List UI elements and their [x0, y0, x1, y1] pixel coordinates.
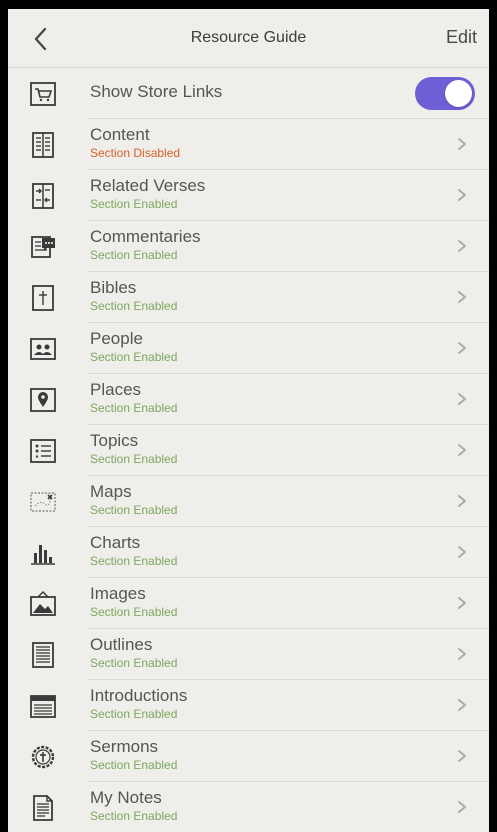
section-row-outlines[interactable]: Outlines Section Enabled [8, 629, 489, 680]
chevron-right-icon [458, 444, 466, 456]
store-links-row: Show Store Links [8, 68, 489, 119]
section-row-content[interactable]: Content Section Disabled [8, 119, 489, 170]
section-list: Show Store Links Content Section Disabled… [8, 68, 489, 832]
section-status: Section Enabled [90, 707, 178, 721]
section-row-charts[interactable]: Charts Section Enabled [8, 527, 489, 578]
edit-button[interactable]: Edit [446, 27, 477, 48]
section-text: Content Section Disabled [90, 125, 180, 161]
outlines-icon [28, 640, 58, 670]
section-label: Maps [90, 482, 132, 501]
page-title: Resource Guide [190, 29, 307, 46]
section-label: Charts [90, 533, 141, 552]
toggle-knob [445, 80, 472, 107]
section-label: Places [90, 380, 142, 399]
chevron-right-icon [458, 597, 466, 609]
section-row-maps[interactable]: Maps Section Enabled [8, 476, 489, 527]
sermons-icon [28, 742, 58, 772]
section-status: Section Enabled [90, 758, 178, 772]
cart-icon [28, 79, 58, 109]
section-text: Related Verses Section Enabled [90, 176, 205, 212]
chevron-right-icon [458, 291, 466, 303]
section-row-places[interactable]: Places Section Enabled [8, 374, 489, 425]
section-text: Introductions Section Enabled [90, 686, 187, 722]
section-status: Section Enabled [90, 503, 178, 517]
section-row-related-verses[interactable]: Related Verses Section Enabled [8, 170, 489, 221]
section-status: Section Enabled [90, 554, 178, 568]
section-status: Section Enabled [90, 248, 178, 262]
people-icon [28, 334, 58, 364]
chevron-right-icon [458, 648, 466, 660]
chevron-right-icon [458, 138, 466, 150]
chevron-right-icon [458, 342, 466, 354]
section-row-my-notes[interactable]: My Notes Section Enabled [8, 782, 489, 832]
commentaries-icon [28, 232, 58, 262]
section-text: People Section Enabled [90, 329, 177, 365]
store-links-label: Show Store Links [90, 82, 223, 101]
section-status: Section Enabled [90, 197, 178, 211]
topics-icon [28, 436, 58, 466]
resource-guide-screen: Resource Guide Edit Show Store Links Con… [8, 9, 489, 832]
section-status: Section Disabled [90, 146, 181, 160]
section-status: Section Enabled [90, 350, 178, 364]
section-text: Bibles Section Enabled [90, 278, 177, 314]
section-text: Commentaries Section Enabled [90, 227, 201, 263]
section-status: Section Enabled [90, 401, 178, 415]
section-text: Places Section Enabled [90, 380, 177, 416]
charts-icon [28, 538, 58, 568]
section-label: Images [90, 584, 146, 603]
places-icon [28, 385, 58, 415]
chevron-right-icon [458, 393, 466, 405]
section-text: Outlines Section Enabled [90, 635, 177, 671]
introductions-icon [28, 691, 58, 721]
section-label: Bibles [90, 278, 137, 297]
section-label: Topics [90, 431, 139, 450]
section-label: Related Verses [90, 176, 206, 195]
section-row-bibles[interactable]: Bibles Section Enabled [8, 272, 489, 323]
section-status: Section Enabled [90, 452, 178, 466]
chevron-right-icon [458, 495, 466, 507]
navigation-bar: Resource Guide Edit [8, 9, 489, 68]
images-icon [28, 589, 58, 619]
chevron-right-icon [458, 750, 466, 762]
section-label: My Notes [90, 788, 162, 807]
section-status: Section Enabled [90, 299, 178, 313]
section-label: People [90, 329, 143, 348]
section-row-topics[interactable]: Topics Section Enabled [8, 425, 489, 476]
chevron-right-icon [458, 801, 466, 813]
bible-icon [28, 283, 58, 313]
content-icon [28, 130, 58, 160]
section-status: Section Enabled [90, 809, 178, 823]
section-status: Section Enabled [90, 605, 178, 619]
section-row-images[interactable]: Images Section Enabled [8, 578, 489, 629]
section-row-sermons[interactable]: Sermons Section Enabled [8, 731, 489, 782]
section-label: Outlines [90, 635, 153, 654]
section-text: Topics Section Enabled [90, 431, 177, 467]
section-label: Content [90, 125, 150, 144]
section-label: Sermons [90, 737, 159, 756]
section-row-people[interactable]: People Section Enabled [8, 323, 489, 374]
section-text: Charts Section Enabled [90, 533, 177, 569]
maps-icon [28, 487, 58, 517]
section-row-introductions[interactable]: Introductions Section Enabled [8, 680, 489, 731]
section-text: Maps Section Enabled [90, 482, 177, 518]
chevron-right-icon [458, 699, 466, 711]
chevron-right-icon [458, 240, 466, 252]
section-label: Commentaries [90, 227, 201, 246]
chevron-right-icon [458, 546, 466, 558]
section-status: Section Enabled [90, 656, 178, 670]
back-chevron-icon[interactable] [28, 23, 56, 55]
section-text: Images Section Enabled [90, 584, 177, 620]
section-text: My Notes Section Enabled [90, 788, 177, 824]
notes-icon [28, 793, 58, 823]
section-text: Sermons Section Enabled [90, 737, 177, 773]
section-label: Introductions [90, 686, 188, 705]
section-row-commentaries[interactable]: Commentaries Section Enabled [8, 221, 489, 272]
chevron-right-icon [458, 189, 466, 201]
related-verses-icon [28, 181, 58, 211]
store-links-toggle[interactable] [415, 77, 475, 110]
